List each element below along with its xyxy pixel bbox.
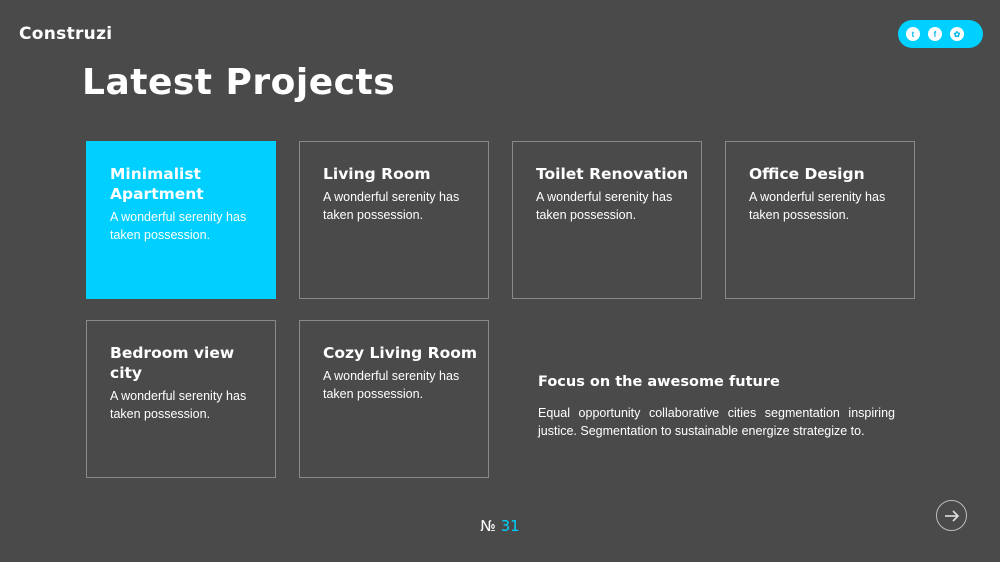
project-title: Bedroom view city <box>110 344 235 382</box>
next-slide-button[interactable] <box>936 500 967 531</box>
dribbble-icon[interactable]: ✿ <box>950 27 964 41</box>
project-description: A wonderful serenity has taken possessio… <box>749 190 886 222</box>
page-number-value: 31 <box>500 517 520 535</box>
project-description: A wonderful serenity has taken possessio… <box>110 389 247 421</box>
facebook-icon[interactable]: f <box>928 27 942 41</box>
project-title: Living Room <box>323 165 431 183</box>
page-number-prefix: № <box>480 517 496 535</box>
project-card-office-design[interactable]: Office Design A wonderful serenity has t… <box>725 141 915 299</box>
project-title: Minimalist Apartment <box>110 165 204 203</box>
project-description: A wonderful serenity has taken possessio… <box>110 210 247 242</box>
project-card-living-room[interactable]: Living Room A wonderful serenity has tak… <box>299 141 489 299</box>
project-description: A wonderful serenity has taken possessio… <box>323 369 460 401</box>
social-links: t f ✿ <box>898 20 983 48</box>
focus-body: Equal opportunity collaborative cities s… <box>538 406 895 438</box>
project-card-cozy-living-room[interactable]: Cozy Living Room A wonderful serenity ha… <box>299 320 489 478</box>
brand-logo: Construzi <box>19 24 113 44</box>
project-card-toilet-renovation[interactable]: Toilet Renovation A wonderful serenity h… <box>512 141 702 299</box>
page-title: Latest Projects <box>82 62 396 103</box>
twitter-icon[interactable]: t <box>906 27 920 41</box>
focus-section: Focus on the awesome future Equal opport… <box>538 374 895 440</box>
page-number: № 31 <box>0 517 1000 535</box>
project-card-bedroom-view-city[interactable]: Bedroom view city A wonderful serenity h… <box>86 320 276 478</box>
project-description: A wonderful serenity has taken possessio… <box>323 190 460 222</box>
arrow-right-icon <box>944 509 959 522</box>
project-card-minimalist-apartment[interactable]: Minimalist Apartment A wonderful serenit… <box>86 141 276 299</box>
focus-heading: Focus on the awesome future <box>538 374 780 390</box>
project-title: Toilet Renovation <box>536 165 689 183</box>
project-title: Cozy Living Room <box>323 344 478 362</box>
project-title: Office Design <box>749 165 865 183</box>
project-description: A wonderful serenity has taken possessio… <box>536 190 673 222</box>
